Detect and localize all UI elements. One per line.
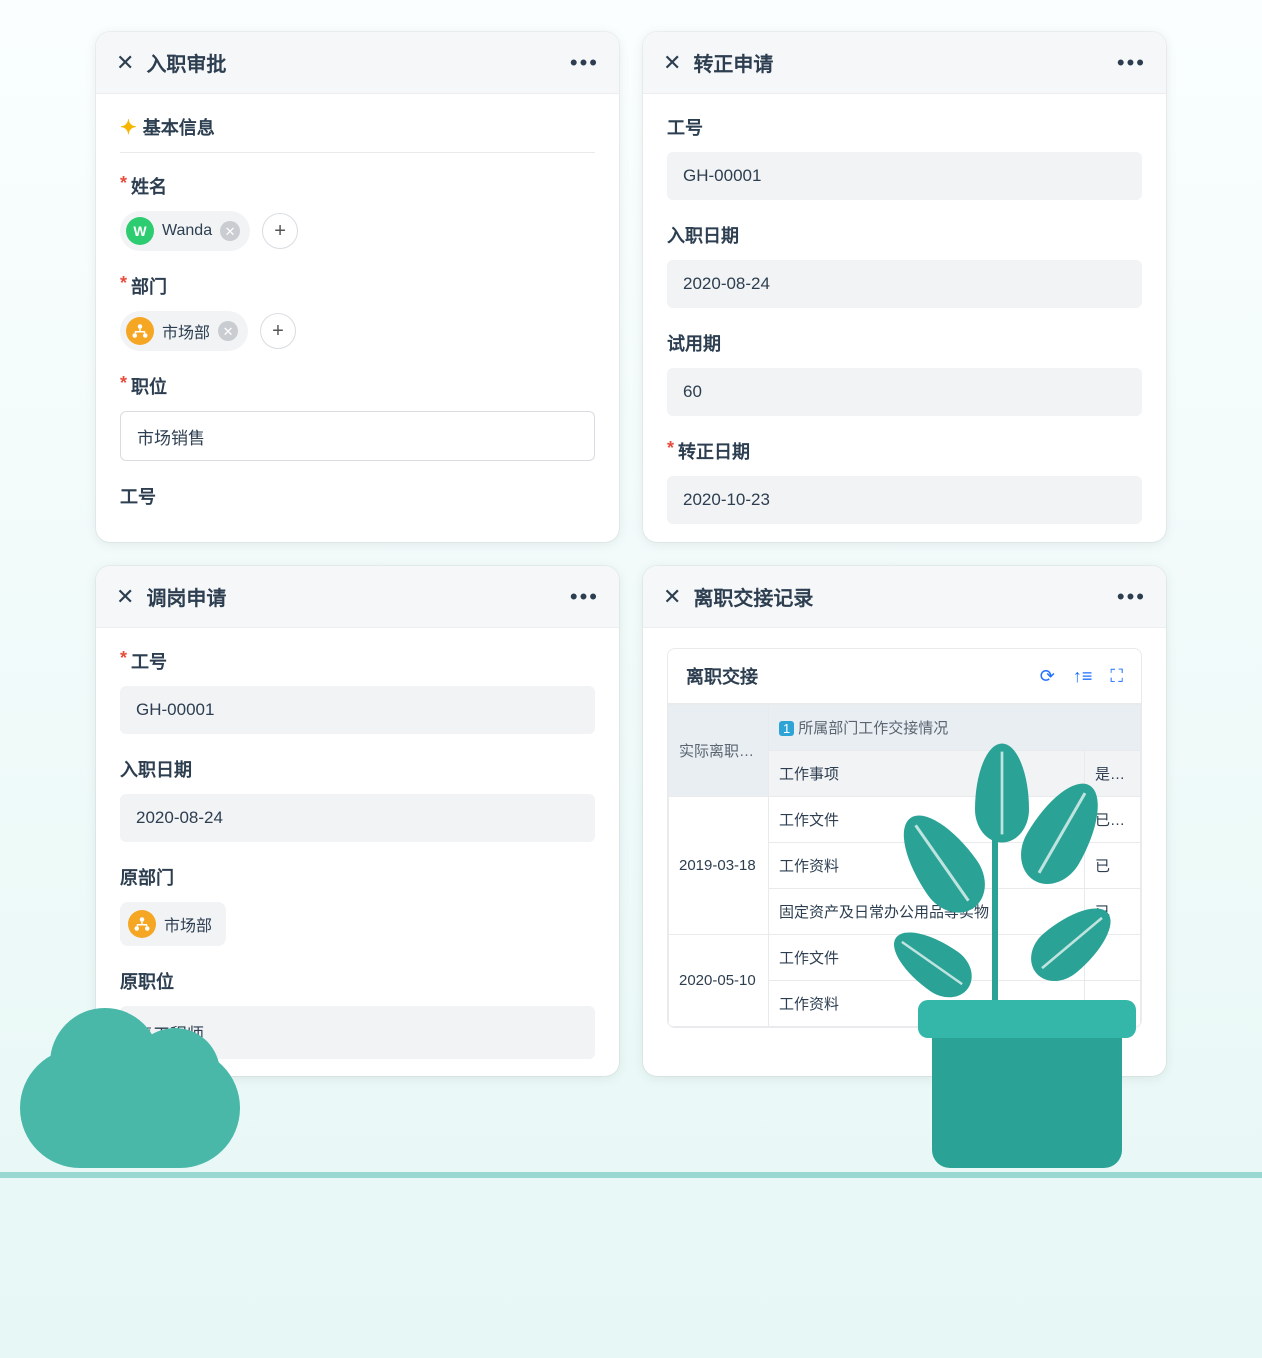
cell-date: 2020-05-10 <box>669 935 769 1027</box>
field-empno: 工号 <box>120 483 595 509</box>
field-label: 试用期 <box>667 330 721 356</box>
cell-date: 2019-03-18 <box>669 797 769 935</box>
more-icon[interactable]: ••• <box>1117 52 1146 74</box>
avatar-icon: W <box>126 217 154 245</box>
chip-name[interactable]: W Wanda ✕ <box>120 211 250 251</box>
cloud-decoration <box>20 1048 240 1168</box>
chip-text: 市场部 <box>162 319 210 343</box>
field-label: 原部门 <box>120 864 174 890</box>
close-icon[interactable]: ✕ <box>663 586 681 608</box>
card-header: ✕ 调岗申请 ••• <box>96 566 619 628</box>
field-label: 工号 <box>120 483 156 509</box>
field-name: *姓名 W Wanda ✕ + <box>120 173 595 251</box>
regulardate-value[interactable]: 2020-10-23 <box>667 476 1142 524</box>
expand-icon[interactable]: ⛶ <box>1110 666 1123 687</box>
col-header-date[interactable]: 实际离职...▲▼ <box>669 705 769 797</box>
sort-icon[interactable]: ↑≡ <box>1073 666 1093 687</box>
ground-decoration <box>0 1172 1262 1178</box>
card-header: ✕ 离职交接记录 ••• <box>643 566 1166 628</box>
close-icon[interactable]: ✕ <box>116 586 134 608</box>
add-button[interactable]: + <box>262 213 298 249</box>
col-header-group: 1所属部门工作交接情况 <box>769 705 1141 751</box>
field-label: 工号 <box>131 648 167 674</box>
hiredate-value: 2020-08-24 <box>120 794 595 842</box>
field-department: *部门 市场部 ✕ + <box>120 273 595 351</box>
field-label: 原职位 <box>120 968 174 994</box>
field-label: 职位 <box>131 373 167 399</box>
field-label: 入职日期 <box>120 756 192 782</box>
pot-decoration <box>932 1028 1122 1168</box>
card-header: ✕ 入职审批 ••• <box>96 32 619 94</box>
card-header: ✕ 转正申请 ••• <box>643 32 1166 94</box>
add-button[interactable]: + <box>260 313 296 349</box>
subcard-title: 离职交接 <box>686 663 758 689</box>
field-label: 工号 <box>667 114 703 140</box>
field-label: 转正日期 <box>678 438 750 464</box>
star-icon: ✦ <box>120 115 137 140</box>
refresh-icon[interactable]: ⟳ <box>1040 666 1055 687</box>
card-transfer: ✕ 调岗申请 ••• *工号 GH-00001 入职日期 2020-08-24 … <box>96 566 619 1076</box>
field-position: *职位 <box>120 373 595 461</box>
more-icon[interactable]: ••• <box>570 52 599 74</box>
hiredate-value: 2020-08-24 <box>667 260 1142 308</box>
plant-decoration <box>892 768 1112 1028</box>
section-title: ✦ 基本信息 <box>120 114 595 153</box>
chip-text: Wanda <box>162 222 212 240</box>
field-label: 姓名 <box>131 173 167 199</box>
org-icon <box>128 910 156 938</box>
chip-remove-icon[interactable]: ✕ <box>220 221 240 241</box>
more-icon[interactable]: ••• <box>570 586 599 608</box>
card-title: 调岗申请 <box>146 582 226 611</box>
org-icon <box>126 317 154 345</box>
empno-value: GH-00001 <box>120 686 595 734</box>
chip-remove-icon[interactable]: ✕ <box>218 321 238 341</box>
chip-department[interactable]: 市场部 ✕ <box>120 311 248 351</box>
more-icon[interactable]: ••• <box>1117 586 1146 608</box>
card-title: 转正申请 <box>693 48 773 77</box>
probation-value: 60 <box>667 368 1142 416</box>
empno-value: GH-00001 <box>667 152 1142 200</box>
field-label: 入职日期 <box>667 222 739 248</box>
close-icon[interactable]: ✕ <box>116 52 134 74</box>
dept-text: 市场部 <box>164 912 212 936</box>
card-title: 入职审批 <box>146 48 226 77</box>
position-input[interactable] <box>120 411 595 461</box>
section-title-text: 基本信息 <box>143 114 215 140</box>
field-label: 部门 <box>131 273 167 299</box>
card-title: 离职交接记录 <box>693 582 813 611</box>
close-icon[interactable]: ✕ <box>663 52 681 74</box>
card-onboarding-approval: ✕ 入职审批 ••• ✦ 基本信息 *姓名 W Wanda ✕ + <box>96 32 619 542</box>
dept-pill: 市场部 <box>120 902 226 946</box>
card-regularization: ✕ 转正申请 ••• 工号 GH-00001 入职日期 2020-08-24 试… <box>643 32 1166 542</box>
